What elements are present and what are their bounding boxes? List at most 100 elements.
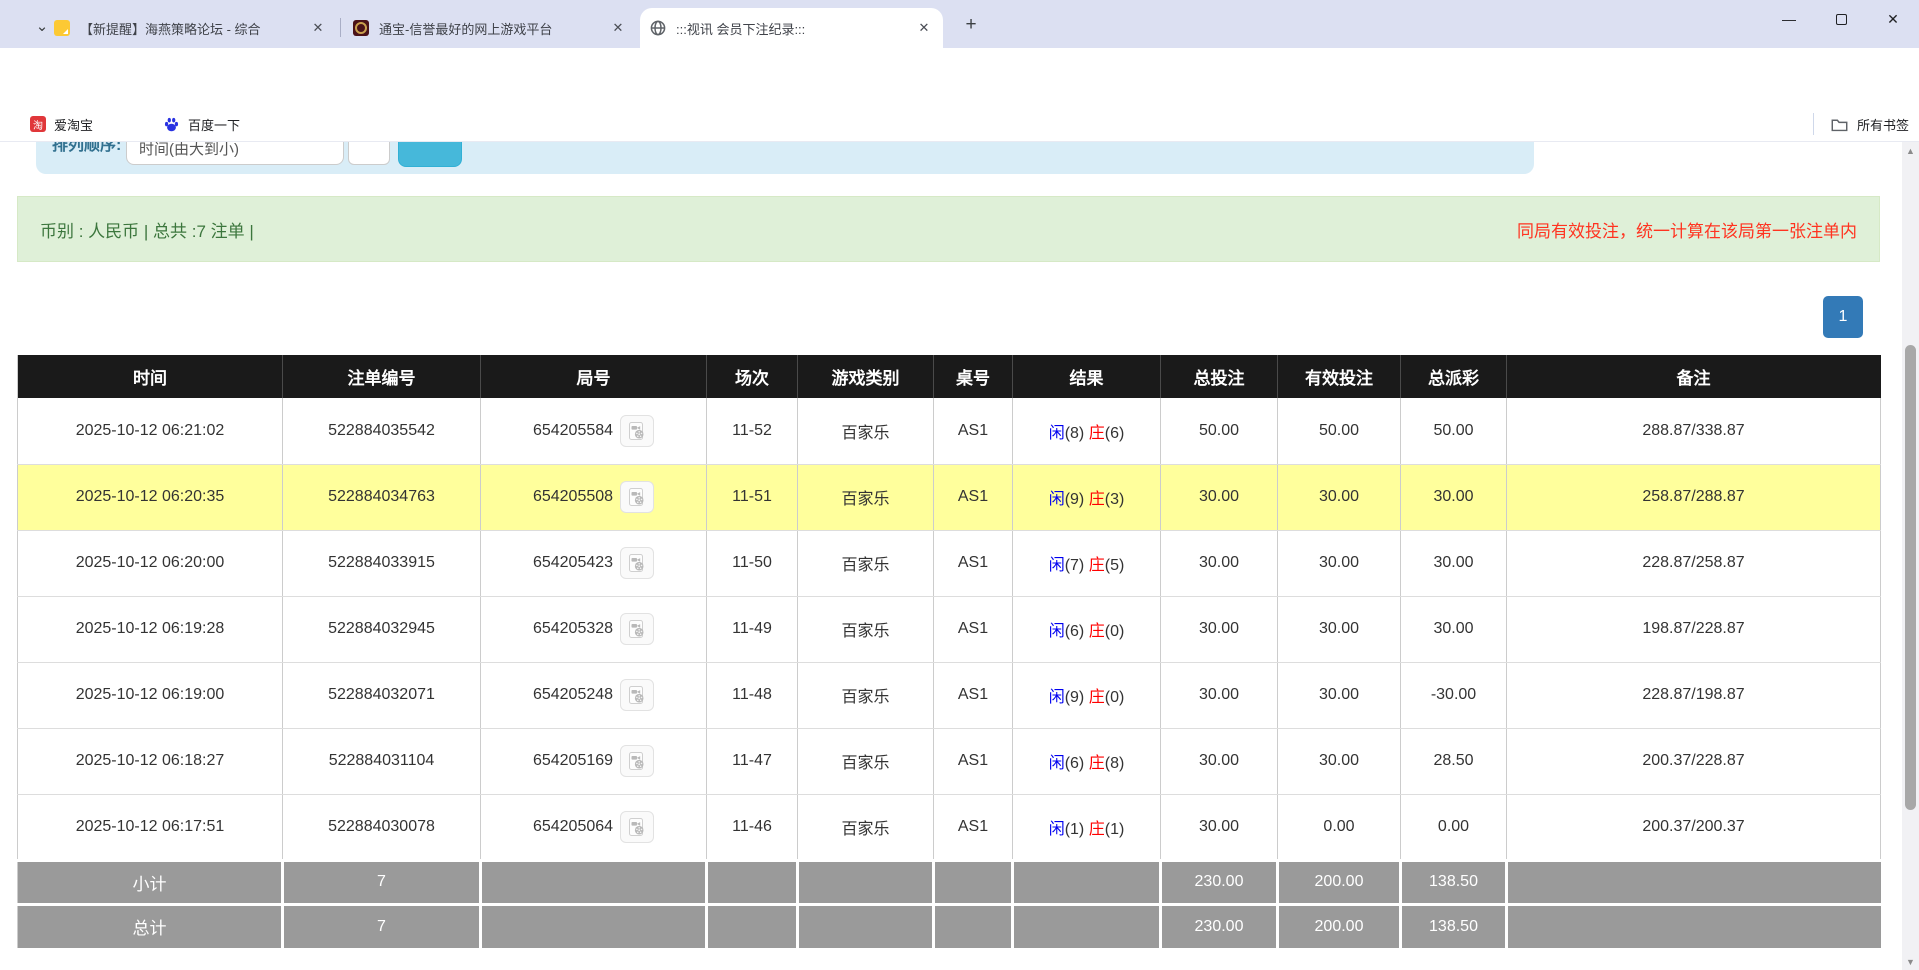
game-type: 百家乐: [798, 728, 934, 794]
column-header: 场次: [707, 355, 798, 398]
total-bet-link[interactable]: 50.00: [1161, 398, 1278, 464]
player-label: 闲: [1049, 425, 1065, 442]
bet-id: 522884030078: [283, 794, 481, 860]
column-header: 注单编号: [283, 355, 481, 398]
payout: 30.00: [1401, 464, 1507, 530]
footer-value: [481, 860, 707, 904]
bookmark-aitaobao[interactable]: 淘 爱淘宝: [30, 111, 93, 137]
footer-value: 200.00: [1278, 860, 1401, 904]
player-points: (6): [1065, 623, 1085, 640]
footer-value: 230.00: [1161, 904, 1278, 948]
scroll-down-icon[interactable]: ▼: [1902, 953, 1919, 970]
valid-bet: 30.00: [1278, 596, 1401, 662]
sort-order-input[interactable]: 时间(由大到小): [126, 142, 344, 165]
scroll-up-icon[interactable]: ▲: [1902, 142, 1919, 159]
column-header: 结果: [1013, 355, 1161, 398]
game-icon: [353, 20, 369, 36]
tab-close-icon[interactable]: ✕: [609, 19, 627, 37]
footer-value: [707, 860, 798, 904]
balance-note: 198.87/228.87: [1507, 596, 1881, 662]
bet-row: 2025-10-12 06:19:00522884032071654205248…: [18, 662, 1881, 728]
video-replay-icon[interactable]: [620, 811, 654, 843]
bet-time: 2025-10-12 06:18:27: [18, 728, 283, 794]
video-replay-icon[interactable]: [620, 679, 654, 711]
new-tab-button[interactable]: +: [958, 12, 984, 38]
bet-row: 2025-10-12 06:21:02522884035542654205584…: [18, 398, 1881, 464]
valid-bet-notice: 同局有效投注，统一计算在该局第一张注单内: [1517, 217, 1857, 242]
footer-value: 230.00: [1161, 860, 1278, 904]
column-header: 总投注: [1161, 355, 1278, 398]
video-replay-icon[interactable]: [620, 481, 654, 513]
video-replay-icon[interactable]: [620, 547, 654, 579]
footer-value: 138.50: [1401, 860, 1507, 904]
folder-icon: [1831, 117, 1848, 132]
video-replay-icon[interactable]: [620, 613, 654, 645]
footer-label: 小计: [18, 860, 283, 904]
game-type: 百家乐: [798, 530, 934, 596]
total-bet-link[interactable]: 30.00: [1161, 794, 1278, 860]
footer-value: [798, 904, 934, 948]
valid-bet: 50.00: [1278, 398, 1401, 464]
footer-value: [934, 904, 1013, 948]
round-cell: 654205248: [481, 662, 707, 728]
sort-direction-select[interactable]: [348, 142, 390, 165]
banker-label: 庄: [1089, 425, 1105, 442]
total-bet-link[interactable]: 30.00: [1161, 728, 1278, 794]
tab-close-icon[interactable]: ✕: [309, 19, 327, 37]
balance-note: 200.37/200.37: [1507, 794, 1881, 860]
total-bet-link[interactable]: 30.00: [1161, 530, 1278, 596]
browser-toolbar: ← → ↻ ⌂ dongshouji.com/ipl/portal.php/ga…: [0, 48, 1919, 106]
maximize-icon: [1836, 14, 1847, 25]
banker-points: (1): [1105, 821, 1125, 838]
table-number: AS1: [934, 398, 1013, 464]
baidu-paw-icon: [163, 116, 180, 133]
banker-label: 庄: [1089, 557, 1105, 574]
total-bet-link[interactable]: 30.00: [1161, 662, 1278, 728]
video-replay-icon[interactable]: [620, 745, 654, 777]
round-id: 654205248: [533, 686, 613, 704]
scrollbar-thumb[interactable]: [1905, 345, 1916, 810]
grand-total-row: 总计7230.00200.00138.50: [18, 904, 1881, 948]
bet-row: 2025-10-12 06:19:28522884032945654205328…: [18, 596, 1881, 662]
total-bet-link[interactable]: 30.00: [1161, 464, 1278, 530]
session: 11-52: [707, 398, 798, 464]
page-scrollbar[interactable]: ▲ ▼: [1902, 142, 1919, 970]
minimize-button[interactable]: —: [1763, 0, 1815, 38]
session: 11-47: [707, 728, 798, 794]
banker-points: (8): [1105, 755, 1125, 772]
total-bet-link[interactable]: 30.00: [1161, 596, 1278, 662]
round-id: 654205064: [533, 818, 613, 836]
maximize-button[interactable]: [1815, 0, 1867, 38]
round-id: 654205423: [533, 554, 613, 572]
footer-value: [1507, 860, 1881, 904]
video-replay-icon[interactable]: [620, 415, 654, 447]
round-cell: 654205328: [481, 596, 707, 662]
bookmark-label: 百度一下: [188, 115, 240, 134]
bet-time: 2025-10-12 06:20:35: [18, 464, 283, 530]
window-controls: — ✕: [1763, 0, 1919, 38]
close-button[interactable]: ✕: [1867, 0, 1919, 38]
browser-tab-1[interactable]: 【新提醒】海燕策略论坛 - 综合✕: [44, 8, 337, 48]
payout: 50.00: [1401, 398, 1507, 464]
search-submit-button[interactable]: [398, 142, 462, 167]
bet-id: 522884034763: [283, 464, 481, 530]
player-label: 闲: [1049, 491, 1065, 508]
valid-bet: 30.00: [1278, 464, 1401, 530]
pagination-page-1-button[interactable]: 1: [1823, 296, 1863, 338]
bet-row: 2025-10-12 06:20:00522884033915654205423…: [18, 530, 1881, 596]
bookmark-baidu[interactable]: 百度一下: [163, 111, 240, 137]
sort-order-label: 排列顺序:: [52, 142, 121, 155]
taobao-icon: 淘: [30, 116, 46, 132]
tab-close-icon[interactable]: ✕: [915, 19, 933, 37]
footer-value: 7: [283, 860, 481, 904]
player-label: 闲: [1049, 821, 1065, 838]
bet-id: 522884033915: [283, 530, 481, 596]
table-number: AS1: [934, 596, 1013, 662]
browser-tab-3[interactable]: :::视讯 会员下注纪录:::✕: [640, 8, 943, 48]
bet-id: 522884035542: [283, 398, 481, 464]
round-id: 654205584: [533, 422, 613, 440]
bet-time: 2025-10-12 06:19:00: [18, 662, 283, 728]
browser-tab-2[interactable]: 通宝-信誉最好的网上游戏平台✕: [343, 8, 637, 48]
player-points: (6): [1065, 755, 1085, 772]
all-bookmarks[interactable]: 所有书签: [1813, 111, 1909, 137]
